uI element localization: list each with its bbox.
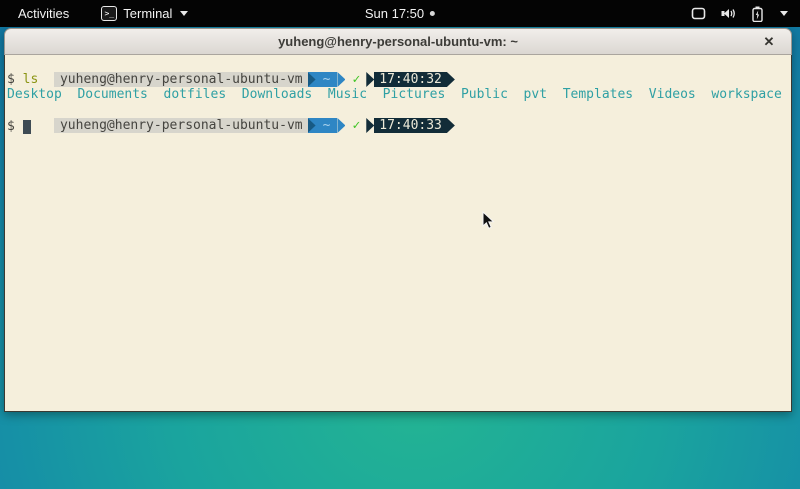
powerline-arrow-icon <box>337 72 345 87</box>
prompt-user-host: yuheng@henry-personal-ubuntu-vm <box>54 118 308 133</box>
system-menu-button[interactable] <box>685 0 794 27</box>
powerline-arrow-icon <box>447 118 455 133</box>
terminal-screen[interactable]: yuheng@henry-personal-ubuntu-vm ~ ✓ 17:40:3… <box>4 55 792 412</box>
prompt-char: $ <box>7 119 15 134</box>
app-menu-terminal[interactable]: >_ Terminal <box>101 6 188 21</box>
chevron-down-icon <box>180 11 188 16</box>
clock-label: Sun 17:50 <box>365 6 424 21</box>
prompt-timestamp: 17:40:32 <box>374 72 447 87</box>
battery-charging-icon <box>752 6 763 22</box>
powerline-arrow-icon <box>447 72 455 87</box>
terminal-app-icon: >_ <box>101 6 117 21</box>
clock-button[interactable]: Sun 17:50 <box>365 0 435 27</box>
prompt-char: $ <box>7 72 15 87</box>
ls-output-line: Desktop Documents dotfiles Downloads Mus… <box>7 87 789 102</box>
close-button[interactable]: ✕ <box>759 32 779 52</box>
prompt-line: yuheng@henry-personal-ubuntu-vm~✓17:40:3… <box>7 57 789 72</box>
powerline-arrow-icon <box>308 118 316 133</box>
volume-icon <box>721 7 737 20</box>
window-titlebar[interactable]: yuheng@henry-personal-ubuntu-vm: ~ ✕ <box>4 28 792 55</box>
status-check-icon: ✓ <box>352 72 360 87</box>
prompt-timestamp: 17:40:33 <box>374 118 447 133</box>
powerline-arrow-icon <box>366 118 374 133</box>
top-bar: Activities >_ Terminal Sun 17:50 <box>0 0 800 27</box>
network-icon <box>691 7 706 20</box>
powerline-arrow-icon <box>308 72 316 87</box>
window-title: yuheng@henry-personal-ubuntu-vm: ~ <box>278 34 518 49</box>
prompt-cwd: ~ <box>316 72 338 87</box>
notification-dot-icon <box>430 11 435 16</box>
status-check-icon: ✓ <box>352 118 360 133</box>
terminal-window: yuheng@henry-personal-ubuntu-vm: ~ ✕ yuh… <box>4 28 792 412</box>
powerline-arrow-icon <box>337 118 345 133</box>
prompt-user-host: yuheng@henry-personal-ubuntu-vm <box>54 72 308 87</box>
prompt-line: yuheng@henry-personal-ubuntu-vm~✓17:40:3… <box>7 103 789 118</box>
prompt-cwd: ~ <box>316 118 338 133</box>
typed-command: ls <box>23 72 39 87</box>
terminal-cursor <box>23 120 31 134</box>
powerline-arrow-icon <box>366 72 374 87</box>
app-menu-label: Terminal <box>123 6 172 21</box>
activities-button[interactable]: Activities <box>14 6 73 21</box>
chevron-down-icon <box>780 11 788 16</box>
